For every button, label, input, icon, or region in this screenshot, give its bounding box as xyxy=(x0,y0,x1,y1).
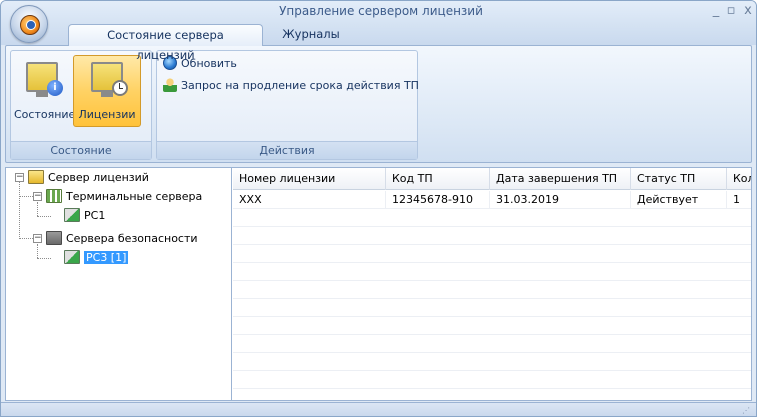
server-icon xyxy=(28,170,44,184)
grid-header: Номер лицензии Код ТП Дата завершения ТП… xyxy=(233,168,751,190)
app-logo-icon xyxy=(20,15,40,35)
licenses-button-label: Лицензии xyxy=(78,108,136,121)
monitor-clock-icon xyxy=(91,62,128,97)
computer-icon xyxy=(64,250,80,264)
column-header-license-number[interactable]: Номер лицензии xyxy=(233,168,386,190)
tree-collapse-terminal[interactable]: − xyxy=(33,192,42,201)
cell-tp-code: 12345678-910 xyxy=(386,191,490,209)
cell-tp-status: Действует xyxy=(631,191,727,209)
tree-item-pc3[interactable]: PC3 [1] xyxy=(64,250,129,266)
table-row[interactable]: XXX 12345678-910 31.03.2019 Действует 1 xyxy=(233,191,751,209)
empty-row xyxy=(233,245,751,263)
close-icon[interactable]: x xyxy=(740,3,756,19)
column-header-tp-end-date[interactable]: Дата завершения ТП xyxy=(490,168,631,190)
column-header-tp-code[interactable]: Код ТП xyxy=(386,168,490,190)
column-header-tp-status[interactable]: Статус ТП xyxy=(631,168,727,190)
column-header-count[interactable]: Кол xyxy=(727,168,751,190)
empty-row xyxy=(233,227,751,245)
tree-item-pc1[interactable]: PC1 xyxy=(64,208,105,224)
tree-item-label: Терминальные сервера xyxy=(66,190,203,203)
monitor-info-icon: i xyxy=(26,62,63,97)
ribbon: i Состояние Лицензии Состояние Обновить … xyxy=(5,45,752,163)
maximize-icon[interactable]: ▫ xyxy=(723,3,739,19)
status-bar: ⋰ xyxy=(1,402,756,416)
empty-row xyxy=(233,317,751,335)
cell-count: 1 xyxy=(727,191,751,209)
tree-item-security-servers[interactable]: Сервера безопасности xyxy=(46,231,198,247)
tree-item-label: Сервер лицензий xyxy=(48,171,149,184)
resize-grip-icon[interactable]: ⋰ xyxy=(742,407,750,415)
request-extension-button[interactable]: Запрос на продление срока действия ТП xyxy=(163,77,419,95)
licenses-button[interactable]: Лицензии xyxy=(73,55,141,127)
ribbon-group-state: i Состояние Лицензии Состояние xyxy=(10,50,152,160)
state-button-label: Состояние xyxy=(14,108,76,121)
ribbon-group-actions-label: Действия xyxy=(157,141,417,159)
empty-row xyxy=(233,353,751,371)
license-grid: Номер лицензии Код ТП Дата завершения ТП… xyxy=(233,168,751,400)
tab-logs[interactable]: Журналы xyxy=(271,24,351,46)
tree-item-license-server[interactable]: Сервер лицензий xyxy=(28,170,149,186)
title-bar: Управление сервером лицензий _ ▫ x Состо… xyxy=(1,1,756,62)
ribbon-group-state-label: Состояние xyxy=(11,141,151,159)
ribbon-group-actions: Обновить Запрос на продление срока дейст… xyxy=(156,50,419,160)
tree-item-label: PC1 xyxy=(84,209,106,222)
tree-collapse-security[interactable]: − xyxy=(33,234,42,243)
empty-row xyxy=(233,281,751,299)
content-area: − Сервер лицензий − Терминальные сервера… xyxy=(5,167,752,401)
cell-license-number: XXX xyxy=(233,191,386,209)
app-menu-button[interactable] xyxy=(10,5,48,43)
window-title: Управление сервером лицензий xyxy=(279,4,483,18)
tree-item-label: Сервера безопасности xyxy=(66,232,198,245)
minimize-icon[interactable]: _ xyxy=(708,3,724,19)
empty-row xyxy=(233,335,751,353)
terminal-servers-icon xyxy=(46,189,62,203)
empty-row xyxy=(233,371,751,389)
empty-row xyxy=(233,299,751,317)
empty-row xyxy=(233,209,751,227)
tree-collapse-root[interactable]: − xyxy=(15,173,24,182)
security-servers-icon xyxy=(46,231,62,245)
state-button[interactable]: i Состояние xyxy=(13,55,76,127)
cell-tp-end-date: 31.03.2019 xyxy=(490,191,631,209)
empty-row xyxy=(233,263,751,281)
request-extension-button-label: Запрос на продление срока действия ТП xyxy=(181,79,419,92)
computer-icon xyxy=(64,208,80,222)
tab-license-server-state[interactable]: Состояние сервера лицензий xyxy=(68,24,263,62)
server-tree: − Сервер лицензий − Терминальные сервера… xyxy=(6,168,232,400)
tree-item-label: PC3 [1] xyxy=(84,251,129,264)
user-request-icon xyxy=(163,78,177,92)
tree-item-terminal-servers[interactable]: Терминальные сервера xyxy=(46,189,202,205)
app-window: Управление сервером лицензий _ ▫ x Состо… xyxy=(0,0,757,417)
